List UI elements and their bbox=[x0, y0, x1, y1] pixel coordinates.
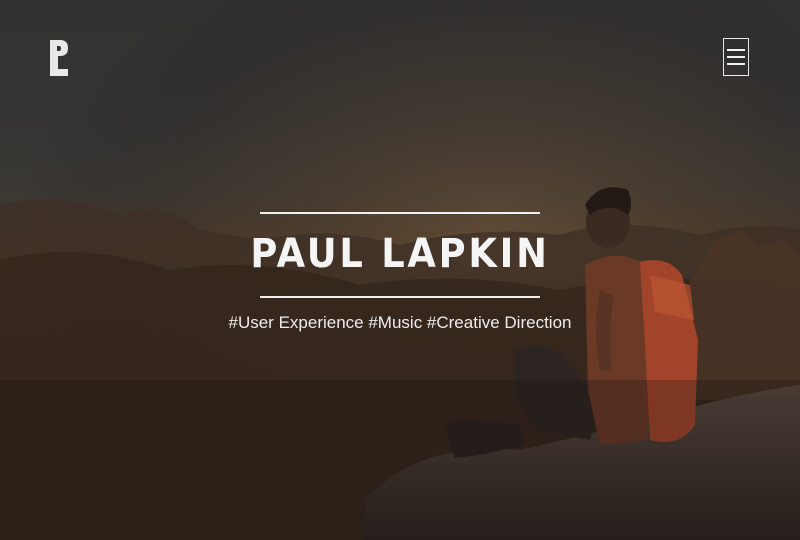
hamburger-menu-icon-bar-bottom bbox=[727, 63, 745, 65]
p-logo-icon[interactable] bbox=[48, 38, 70, 78]
title-rule-bottom bbox=[260, 296, 540, 298]
hero-section: PAUL LAPKIN #User Experience #Music #Cre… bbox=[0, 0, 800, 540]
page-title: PAUL LAPKIN bbox=[250, 231, 550, 277]
hamburger-menu-icon-bar-top bbox=[727, 49, 745, 51]
hero-tagline: #User Experience #Music #Creative Direct… bbox=[228, 313, 572, 332]
hamburger-menu-button[interactable] bbox=[723, 38, 749, 76]
hamburger-menu-icon-bar-middle bbox=[727, 56, 745, 58]
hero-title-block: PAUL LAPKIN #User Experience #Music #Cre… bbox=[0, 212, 800, 333]
